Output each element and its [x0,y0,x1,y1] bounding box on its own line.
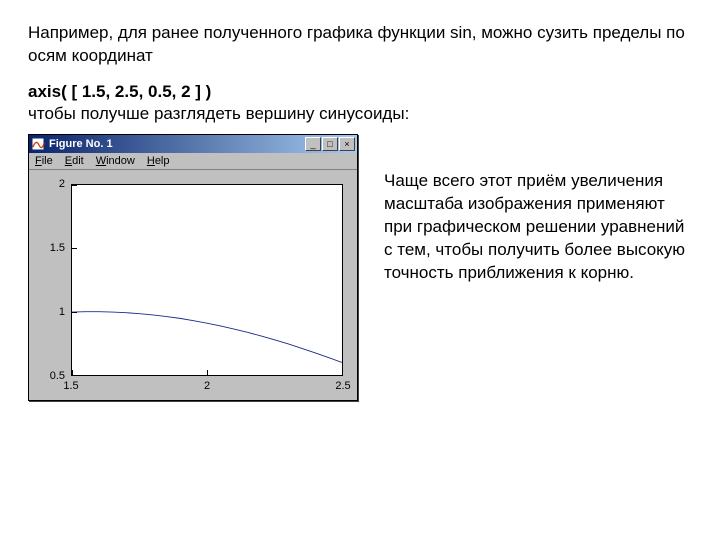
window-title: Figure No. 1 [49,138,304,150]
axes: 0.511.52 1.522.5 [35,182,347,390]
plot-box [71,184,343,376]
intro-text: Например, для ранее полученного графика … [28,22,692,68]
maximize-button[interactable]: □ [322,137,338,151]
menu-edit[interactable]: Edit [65,155,84,167]
plot-area: 0.511.52 1.522.5 [29,170,357,400]
code-line: axis( [ 1.5, 2.5, 0.5, 2 ] ) [28,82,692,102]
sin-curve [72,185,342,375]
y-tick-labels: 0.511.52 [35,182,69,390]
menu-file[interactable]: File [35,155,53,167]
side-paragraph: Чаще всего этот приём увеличения масштаб… [384,134,692,285]
close-button[interactable]: × [339,137,355,151]
after-code-text: чтобы получше разглядеть вершину синусои… [28,104,692,124]
menu-window[interactable]: Window [96,155,135,167]
minimize-button[interactable]: _ [305,137,321,151]
menubar: File Edit Window Help [29,153,357,170]
x-tick-labels: 1.522.5 [71,380,343,394]
matlab-figure-icon [31,137,45,151]
titlebar[interactable]: Figure No. 1 _ □ × [29,135,357,153]
menu-help[interactable]: Help [147,155,170,167]
figure-window: Figure No. 1 _ □ × File Edit Window Help… [28,134,358,401]
